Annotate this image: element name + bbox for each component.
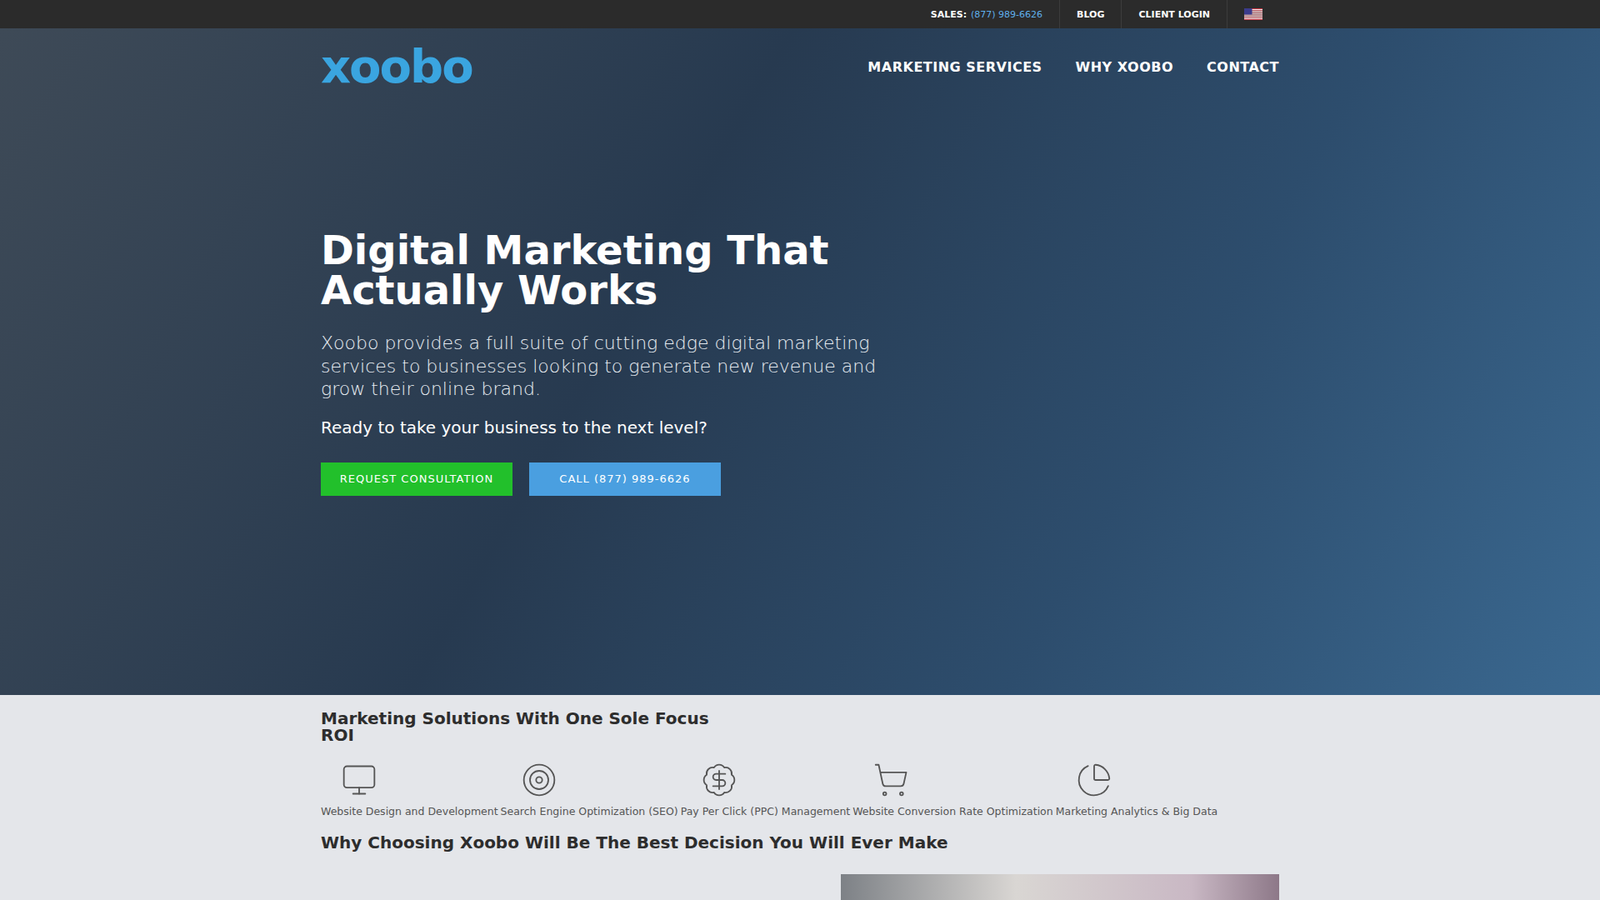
service-item[interactable]: Website Design and Development — [320, 761, 499, 818]
solutions-subtitle: ROI — [320, 726, 1280, 744]
service-icon — [700, 761, 738, 799]
service-icon — [520, 761, 558, 799]
service-item[interactable]: Pay Per Click (PPC) Management — [680, 761, 851, 818]
nav-link[interactable]: CONTACT — [1206, 59, 1280, 75]
language-selector[interactable] — [1226, 0, 1280, 29]
solutions-title: Marketing Solutions With One Sole Focus — [320, 710, 1280, 727]
hero-subtitle: Xoobo provides a full suite of cutting e… — [320, 331, 888, 401]
top-bar: SALES:(877) 989-6626BLOGCLIENT LOGIN — [0, 0, 1600, 29]
top-link[interactable]: BLOG — [1059, 0, 1121, 29]
nav-link[interactable]: MARKETING SERVICES — [867, 59, 1042, 75]
main-nav: MARKETING SERVICES WHY XOOBO CONTACT — [867, 59, 1280, 75]
photo — [840, 874, 1280, 900]
nav-link[interactable]: WHY XOOBO — [1075, 59, 1174, 75]
service-item[interactable]: Website Conversion Rate Optimization — [852, 761, 1053, 818]
us-flag-icon[interactable] — [1244, 8, 1263, 21]
sales-phone[interactable]: SALES:(877) 989-6626 — [914, 0, 1060, 29]
top-link[interactable]: CLIENT LOGIN — [1120, 0, 1227, 29]
solutions-section: Marketing Solutions With One Sole FocusR… — [0, 695, 1600, 900]
page: SALES:(877) 989-6626BLOGCLIENT LOGINxoob… — [0, 0, 1600, 900]
why-title: Why Choosing Xoobo Will Be The Best Deci… — [320, 832, 948, 853]
service-item[interactable]: Search Engine Optimization (SEO) — [500, 761, 679, 818]
header: xoobo MARKETING SERVICES WHY XOOBO CONTACT — [320, 45, 1280, 89]
service-item[interactable]: Marketing Analytics & Big Data — [1055, 761, 1219, 818]
service-icon — [872, 761, 910, 799]
logo[interactable]: xoobo — [320, 43, 473, 90]
cta-button[interactable]: REQUEST CONSULTATION — [320, 462, 513, 496]
service-icon — [1075, 761, 1113, 799]
hero-title: Digital Marketing That Actually Works — [320, 230, 855, 310]
hero-prompt: Ready to take your business to the next … — [320, 417, 1280, 438]
service-icon — [340, 761, 378, 799]
cta-button[interactable]: CALL (877) 989-6626 — [529, 462, 721, 496]
hero: xoobo MARKETING SERVICES WHY XOOBO CONTACT D… — [0, 28, 1600, 695]
